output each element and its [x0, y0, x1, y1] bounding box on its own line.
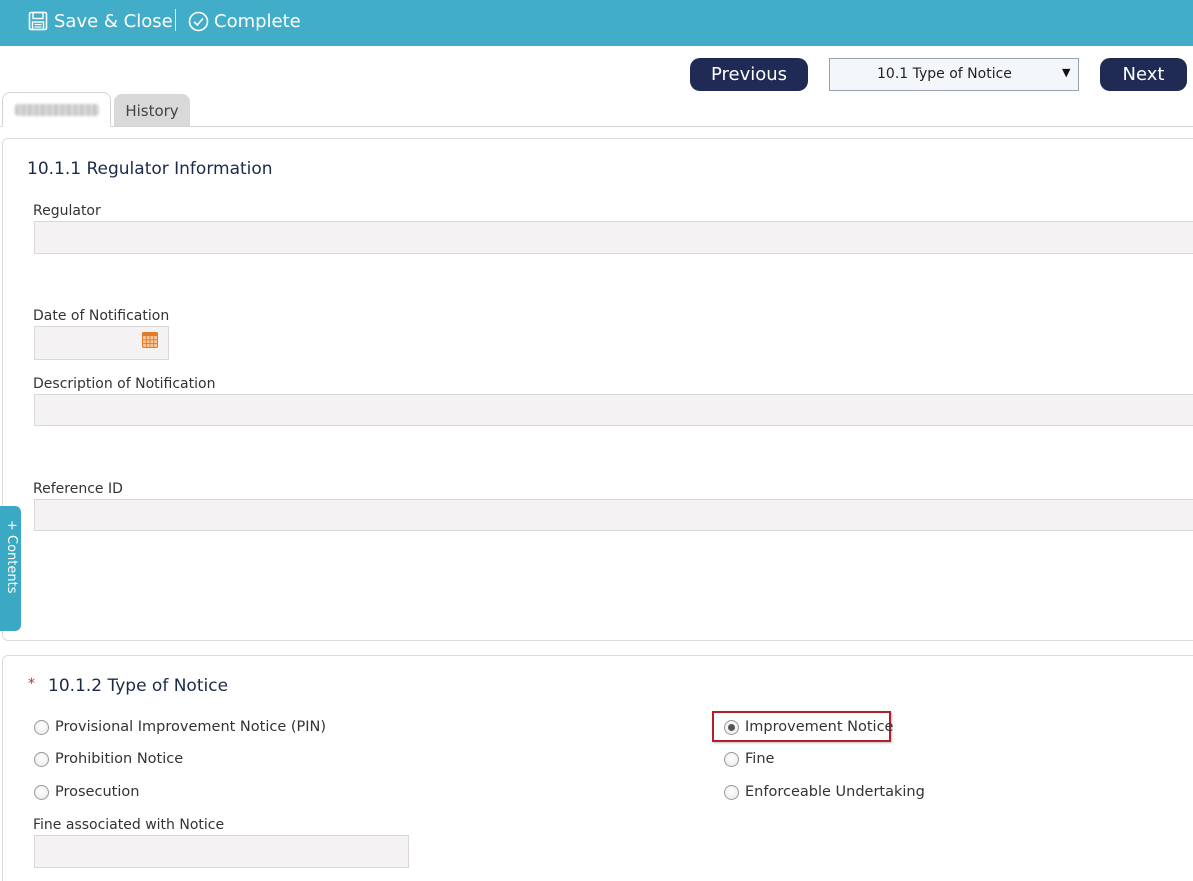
top-toolbar: Save & Close Complete — [0, 0, 1193, 46]
check-circle-icon — [188, 11, 209, 32]
description-field[interactable] — [34, 394, 1193, 426]
radio-enforceable-undertaking[interactable]: Enforceable Undertaking — [724, 784, 925, 800]
radio-fine[interactable]: Fine — [724, 751, 774, 767]
radio-provisional-improvement-notice[interactable]: Provisional Improvement Notice (PIN) — [34, 719, 326, 735]
radio-button[interactable] — [724, 719, 739, 735]
floppy-disk-icon — [28, 11, 48, 31]
radio-button[interactable] — [34, 784, 49, 800]
previous-button[interactable]: Previous — [690, 58, 808, 91]
description-label: Description of Notification — [33, 376, 216, 392]
radio-button[interactable] — [34, 751, 49, 767]
date-of-notification-label: Date of Notification — [33, 308, 170, 324]
save-close-button[interactable]: Save & Close — [28, 8, 173, 34]
radio-prosecution[interactable]: Prosecution — [34, 784, 139, 800]
toolbar-separator — [175, 9, 176, 31]
fine-associated-label: Fine associated with Notice — [33, 817, 225, 833]
radio-selected-dot — [728, 723, 735, 731]
tab-history[interactable]: History — [114, 94, 190, 127]
section-select[interactable]: 10.1 Type of Notice ▼ — [829, 58, 1079, 91]
tab-divider — [0, 126, 1193, 127]
regulator-field[interactable] — [34, 221, 1193, 254]
radio-label: Provisional Improvement Notice (PIN) — [55, 719, 327, 735]
triangle-down-icon: ▼ — [1062, 66, 1071, 79]
reference-id-field[interactable] — [34, 499, 1193, 531]
complete-label: Complete — [214, 10, 301, 32]
section-select-value: 10.1 Type of Notice — [877, 66, 1012, 82]
reference-id-label: Reference ID — [33, 481, 123, 497]
radio-label: Improvement Notice — [745, 719, 894, 735]
regulator-label: Regulator — [33, 203, 101, 219]
radio-improvement-notice[interactable]: Improvement Notice — [724, 719, 893, 735]
section-title-type-of-notice: 10.1.2 Type of Notice — [48, 676, 229, 696]
radio-button[interactable] — [724, 751, 739, 767]
calendar-icon[interactable] — [142, 332, 158, 348]
tab-record[interactable] — [2, 92, 111, 127]
radio-label: Enforceable Undertaking — [745, 784, 925, 800]
contents-side-tab[interactable]: + Contents — [0, 506, 21, 631]
radio-prohibition-notice[interactable]: Prohibition Notice — [34, 751, 183, 767]
next-button[interactable]: Next — [1100, 58, 1187, 91]
fine-associated-field[interactable] — [34, 835, 409, 868]
save-close-label: Save & Close — [54, 10, 173, 32]
radio-label: Prosecution — [55, 784, 140, 800]
redacted-tab-label — [14, 103, 99, 116]
radio-label: Fine — [745, 751, 775, 767]
complete-button[interactable]: Complete — [188, 8, 301, 34]
radio-label: Prohibition Notice — [55, 751, 184, 767]
radio-button[interactable] — [724, 784, 739, 800]
contents-side-tab-label: + Contents — [4, 520, 19, 594]
radio-button[interactable] — [34, 719, 49, 735]
required-marker: * — [28, 676, 35, 692]
section-title-regulator-info: 10.1.1 Regulator Information — [27, 159, 273, 179]
